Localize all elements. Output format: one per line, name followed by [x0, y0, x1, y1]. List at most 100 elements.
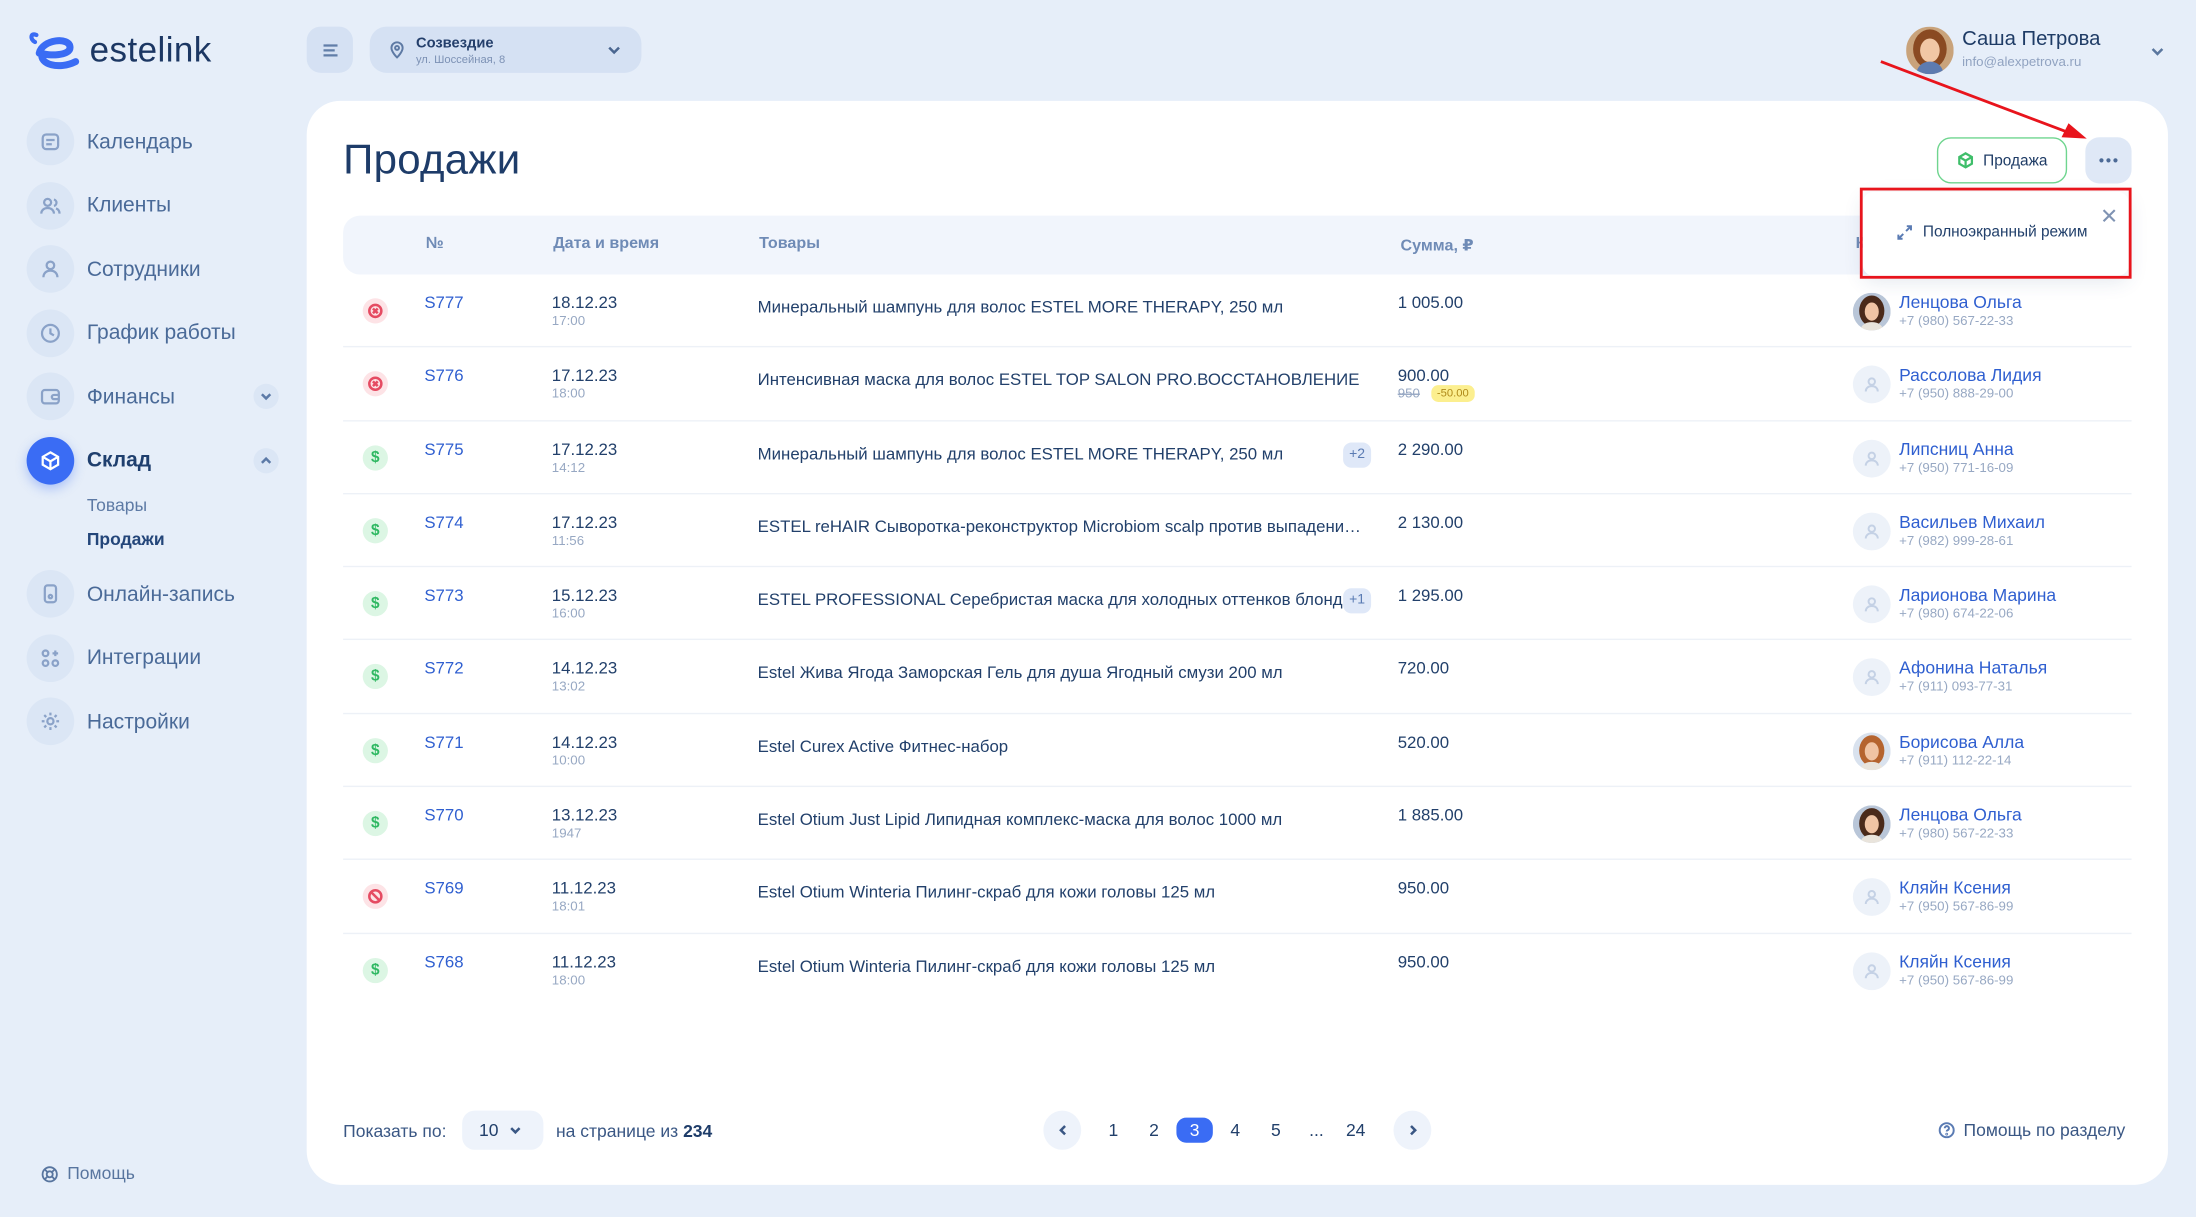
fullscreen-mode-item[interactable]: Полноэкранный режим	[1895, 223, 2088, 243]
client-name-link[interactable]: Афонина Наталья	[1899, 659, 2047, 679]
table-row[interactable]: $ S773 15.12.23 16:00 ESTEL PROFESSIONAL Сер…	[343, 567, 2132, 641]
page-button[interactable]: 2	[1136, 1118, 1172, 1143]
submenu-item-sales[interactable]: Продажи	[87, 522, 287, 556]
avatar-placeholder-icon	[1852, 951, 1891, 990]
sidebar-item-integrations[interactable]: Интеграции	[26, 631, 287, 684]
sale-sum: 2 130.00	[1397, 512, 1464, 533]
logo[interactable]: estelink	[28, 28, 212, 73]
page-button[interactable]: 24	[1337, 1118, 1373, 1143]
help-label: Помощь	[67, 1163, 135, 1184]
sidebar-item-finance[interactable]: Финансы	[26, 370, 287, 423]
help-link[interactable]: Помощь	[41, 1163, 135, 1184]
client-name-link[interactable]: Ленцова Ольга	[1899, 805, 2022, 825]
question-circle-icon	[1938, 1122, 1955, 1139]
sale-time: 1947	[551, 826, 582, 842]
section-help-link[interactable]: Помощь по разделу	[1938, 1120, 2125, 1140]
table-row[interactable]: S769 11.12.23 18:01 Estel Otium Winteria Пи…	[343, 860, 2132, 934]
table-row[interactable]: S776 17.12.23 18:00 Интенсивная маска для в…	[343, 348, 2132, 421]
sidebar-item-label: График работы	[86, 320, 236, 345]
table-row[interactable]: $ S774 17.12.23 11:56 ESTEL reHAIR Сыворотка…	[343, 494, 2132, 568]
gear-icon	[26, 697, 75, 746]
goods-name: Интенсивная маска для волос ESTEL TOP SA…	[757, 370, 1360, 390]
chevron-down-icon	[608, 46, 620, 55]
branch-selector[interactable]: Созвездие ул. Шоссейная, 8	[369, 26, 642, 73]
chevron-left-icon	[1058, 1125, 1066, 1136]
sidebar-item-online-booking[interactable]: Онлайн-запись	[26, 567, 287, 620]
chevron-down-icon[interactable]	[253, 383, 279, 409]
sale-number-link[interactable]: S774	[424, 512, 463, 532]
sale-time: 16:00	[551, 606, 586, 623]
column-header-goods[interactable]: Товары	[759, 235, 820, 252]
column-header-sum[interactable]: Сумма, ₽	[1401, 235, 1474, 255]
client-name-link[interactable]: Борисова Алла	[1899, 732, 2024, 752]
extra-goods-badge[interactable]: +2	[1343, 441, 1372, 468]
sidebar-item-settings[interactable]: Настройки	[26, 695, 287, 748]
column-header-datetime[interactable]: Дата и время	[553, 235, 659, 252]
client-name-link[interactable]: Кляйн Ксения	[1899, 952, 2011, 972]
client-name-link[interactable]: Ларионова Марина	[1899, 586, 2056, 606]
client-phone: +7 (950) 567-86-99	[1899, 972, 2014, 989]
new-sale-label: Продажа	[1983, 151, 2048, 169]
more-options-button[interactable]	[2085, 137, 2132, 184]
user-menu[interactable]: Саша Петрова info@alexpetrova.ru	[1906, 26, 2186, 75]
page-button[interactable]: 3	[1176, 1117, 1213, 1143]
sale-number-link[interactable]: S777	[424, 293, 463, 313]
avatar-placeholder-icon	[1852, 585, 1891, 624]
prev-page-button[interactable]	[1043, 1110, 1082, 1150]
sale-number-link[interactable]: S770	[424, 805, 463, 825]
sidebar-item-calendar[interactable]: Календарь	[26, 115, 287, 168]
page-button[interactable]: 1	[1095, 1118, 1131, 1143]
chevron-up-icon[interactable]	[253, 447, 279, 473]
next-page-button[interactable]	[1393, 1110, 1432, 1150]
sale-number-link[interactable]: S775	[424, 439, 463, 459]
menu-toggle-button[interactable]	[306, 26, 353, 73]
client-name-link[interactable]: Кляйн Ксения	[1899, 879, 2011, 899]
discount-badge: -50.00	[1431, 385, 1475, 403]
avatar	[1852, 732, 1891, 770]
sale-number-link[interactable]: S769	[424, 879, 463, 899]
client-name-link[interactable]: Рассолова Лидия	[1899, 366, 2041, 386]
avatar	[1852, 292, 1891, 331]
per-page-select[interactable]: 10	[462, 1110, 544, 1150]
table-row[interactable]: S777 18.12.23 17:00 Минеральный шампунь для…	[343, 274, 2132, 348]
submenu-item-goods[interactable]: Товары	[87, 489, 287, 523]
avatar	[1852, 805, 1891, 844]
page-button[interactable]: 5	[1258, 1118, 1294, 1143]
dollar-icon: $	[362, 737, 388, 763]
extra-goods-badge[interactable]: +1	[1343, 588, 1372, 614]
sidebar-item-warehouse[interactable]: Склад	[26, 433, 287, 486]
avatar-placeholder-icon	[1852, 512, 1891, 551]
goods-name: ESTEL PROFESSIONAL Серебристая маска для…	[757, 589, 1343, 610]
goods-name: ESTEL reHAIR Сыворотка-реконструктор Mic…	[757, 516, 1369, 537]
sale-number-link[interactable]: S776	[424, 366, 463, 386]
avatar-placeholder-icon	[1852, 658, 1891, 697]
table-row[interactable]: $ S771 14.12.23 10:00 Estel Curex Active Фит…	[343, 714, 2132, 788]
sale-sum: 950.00	[1397, 878, 1450, 899]
table-row[interactable]: $ S768 11.12.23 18:00 Estel Otium Winteria П…	[343, 934, 2131, 1007]
sale-sum: 1 295.00	[1397, 585, 1464, 606]
branch-name: Созвездие	[415, 35, 494, 52]
close-button[interactable]	[2101, 206, 2118, 223]
client-name-link[interactable]: Васильев Михаил	[1899, 512, 2045, 532]
table-row[interactable]: $ S770 13.12.23 1947 Estel Otium Just Lipid …	[343, 787, 2132, 861]
new-sale-button[interactable]: Продажа	[1936, 137, 2068, 184]
client-name-link[interactable]: Липсниц Анна	[1899, 439, 2014, 459]
sale-number-link[interactable]: S773	[424, 586, 463, 606]
sidebar-item-clients[interactable]: Клиенты	[26, 179, 287, 232]
clients-icon	[26, 181, 75, 229]
avatar-placeholder-icon	[1852, 365, 1891, 404]
client-name-link[interactable]: Ленцова Ольга	[1899, 293, 2022, 313]
sidebar-item-staff[interactable]: Сотрудники	[26, 242, 287, 295]
fullscreen-mode-label: Полноэкранный режим	[1922, 224, 2088, 241]
sale-number-link[interactable]: S772	[424, 659, 463, 679]
sidebar-item-label: Клиенты	[86, 193, 172, 218]
sale-number-link[interactable]: S768	[424, 952, 463, 972]
page-button[interactable]: 4	[1217, 1118, 1253, 1143]
table-row[interactable]: $ S775 17.12.23 14:12 Минеральный шампунь дл…	[343, 421, 2132, 495]
column-header-number[interactable]: №	[426, 235, 444, 252]
sidebar-item-schedule[interactable]: График работы	[26, 306, 287, 359]
sale-number-link[interactable]: S771	[424, 732, 463, 752]
table-row[interactable]: $ S772 14.12.23 13:02 Estel Жива Ягода Замор…	[343, 641, 2132, 714]
client-phone: +7 (980) 567-22-33	[1899, 826, 2014, 842]
goods-name: Estel Жива Ягода Заморская Гель для душа…	[757, 663, 1283, 683]
